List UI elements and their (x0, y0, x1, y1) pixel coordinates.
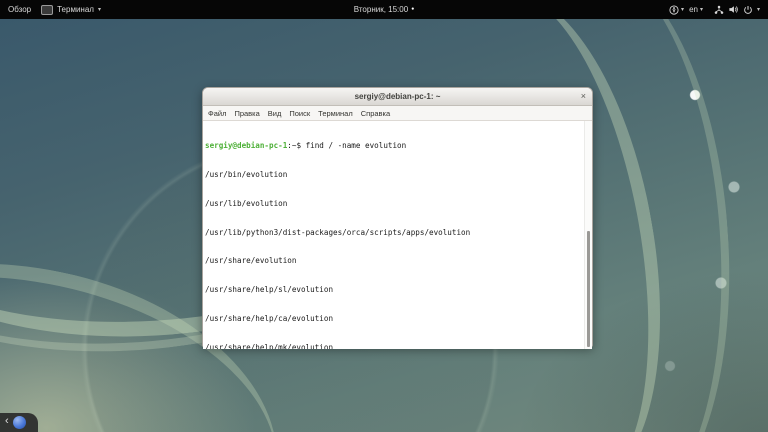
terminal-output-line: /usr/share/help/sl/evolution (205, 285, 584, 295)
close-icon: × (581, 92, 586, 101)
top-bar: Обзор Терминал ▾ Вторник, 15:00 ● ▾ en ▾ (0, 0, 768, 19)
chevron-down-icon: ▾ (681, 7, 684, 13)
menu-view[interactable]: Вид (268, 109, 282, 118)
language-label: en (689, 5, 698, 14)
system-menu-button[interactable]: ▾ (714, 4, 760, 15)
menu-edit[interactable]: Правка (234, 109, 259, 118)
clock-button[interactable]: Вторник, 15:00 (354, 5, 408, 14)
terminal-command-line: sergiy@debian-pc-1:~$ find / -name evolu… (205, 141, 584, 151)
chevron-left-icon: ‹ (0, 416, 13, 429)
app-menu-label: Терминал (57, 5, 94, 14)
window-title: sergiy@debian-pc-1: ~ (355, 92, 441, 101)
menu-terminal[interactable]: Терминал (318, 109, 353, 118)
chevron-down-icon: ▾ (700, 7, 703, 13)
menu-file[interactable]: Файл (208, 109, 226, 118)
accessibility-icon (669, 5, 679, 15)
prompt-suffix: :~$ (287, 141, 305, 150)
network-icon (714, 5, 724, 15)
menu-help[interactable]: Справка (361, 109, 390, 118)
dock-app-icon[interactable] (13, 416, 26, 429)
window-titlebar[interactable]: sergiy@debian-pc-1: ~ × (203, 88, 592, 106)
chevron-down-icon: ▾ (757, 7, 760, 13)
volume-icon (728, 4, 739, 15)
language-menu-button[interactable]: en ▾ (689, 5, 703, 14)
terminal-output-line: /usr/bin/evolution (205, 170, 584, 180)
app-menu-button[interactable]: Терминал ▾ (41, 5, 101, 15)
dock-hint[interactable]: ‹ (0, 413, 38, 432)
accessibility-menu-button[interactable]: ▾ (669, 5, 684, 15)
terminal-output-line: /usr/lib/evolution (205, 199, 584, 209)
terminal-output-line: /usr/share/evolution (205, 256, 584, 266)
menu-bar: Файл Правка Вид Поиск Терминал Справка (203, 106, 592, 121)
close-button[interactable]: × (581, 88, 586, 105)
terminal-output-line: /usr/share/help/mk/evolution (205, 343, 584, 349)
menu-search[interactable]: Поиск (289, 109, 310, 118)
prompt: sergiy@debian-pc-1 (205, 141, 287, 150)
power-icon (743, 5, 753, 15)
terminal-scrollbar[interactable] (584, 121, 592, 349)
notification-dot-icon: ● (411, 7, 414, 12)
scrollbar-thumb[interactable] (587, 231, 590, 347)
terminal-output-line: /usr/lib/python3/dist-packages/orca/scri… (205, 228, 584, 238)
chevron-down-icon: ▾ (98, 7, 101, 13)
activities-button[interactable]: Обзор (8, 5, 31, 14)
terminal-window: sergiy@debian-pc-1: ~ × Файл Правка Вид … (202, 87, 593, 347)
terminal-output-line: /usr/share/help/ca/evolution (205, 314, 584, 324)
command-text: find / -name evolution (306, 141, 407, 150)
terminal-app-icon (41, 5, 53, 15)
terminal-screen[interactable]: sergiy@debian-pc-1:~$ find / -name evolu… (203, 121, 592, 349)
